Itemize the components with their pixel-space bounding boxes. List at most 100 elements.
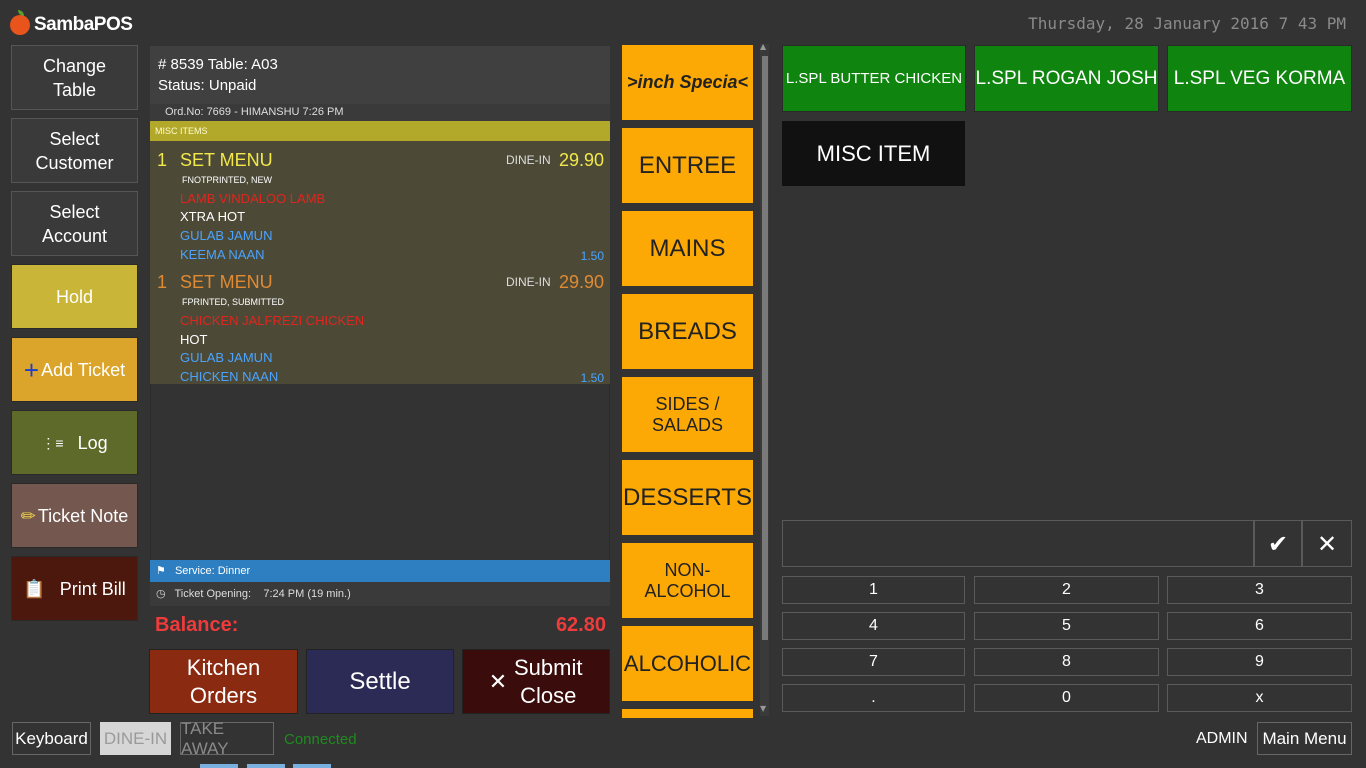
- service-label: Service: Dinner: [174, 565, 251, 577]
- keyboard-button[interactable]: Keyboard: [12, 722, 91, 755]
- ticket-note-button[interactable]: ✏ Ticket Note: [11, 483, 138, 548]
- category-label: BREADS: [638, 317, 737, 345]
- key-label: 8: [1062, 653, 1071, 670]
- item-type: DINE-IN: [506, 275, 551, 289]
- select-customer-label: Select Customer: [35, 128, 114, 173]
- numpad-key[interactable]: 8: [974, 648, 1159, 676]
- category-button[interactable]: SIDES / SALADS: [622, 377, 753, 452]
- change-table-label: Change Table: [42, 55, 107, 100]
- hold-button[interactable]: Hold: [11, 264, 138, 329]
- numpad-key[interactable]: 3: [1167, 576, 1352, 604]
- ticket-note-label: Ticket Note: [37, 505, 129, 526]
- ticket-opening-bar: ◷ Ticket Opening: 7:24 PM (19 min.): [150, 582, 610, 606]
- print-bill-button[interactable]: 📋 Print Bill: [11, 556, 138, 621]
- confirm-button[interactable]: ✔: [1254, 520, 1302, 567]
- app-title: SambaPOS: [34, 14, 133, 35]
- ticket-opening-label: Ticket Opening: 7:24 PM (19 min.): [174, 588, 351, 600]
- order-item[interactable]: 1 SET MENU DINE-IN 29.90 FNOTPRINTED, NE…: [150, 141, 610, 263]
- balance-value: 62.80: [555, 614, 606, 636]
- item-price: 29.90: [558, 150, 604, 170]
- date-time: Thursday, 28 January 2016 7 43 PM: [1028, 14, 1346, 33]
- misc-item-button[interactable]: MISC ITEM: [782, 121, 965, 186]
- key-label: 7: [869, 653, 878, 670]
- category-button[interactable]: NON-ALCOHOL: [622, 543, 753, 618]
- kitchen-orders-button[interactable]: Kitchen Orders: [149, 649, 298, 714]
- category-button[interactable]: ENTREE: [622, 128, 753, 203]
- checkmark-icon: ✔: [1267, 529, 1289, 558]
- ticket-empty-area: [150, 384, 610, 560]
- dine-in-label: DINE-IN: [103, 728, 168, 748]
- take-away-label: TAKE AWAY: [181, 718, 229, 758]
- item-qty: 1: [157, 150, 168, 170]
- pencil-icon: ✏: [20, 505, 36, 526]
- modifier-price: 1.50: [580, 249, 604, 263]
- select-account-label: Select Account: [41, 201, 108, 246]
- scroll-down-icon[interactable]: ▼: [760, 704, 766, 713]
- select-account-button[interactable]: Select Account: [11, 191, 138, 256]
- category-button-partial[interactable]: [622, 709, 753, 718]
- numpad-input[interactable]: [782, 520, 1254, 567]
- menu-item-button[interactable]: L.SPL BUTTER CHICKEN: [782, 45, 966, 112]
- x-icon: ✕: [1316, 529, 1338, 558]
- numpad-key[interactable]: 9: [1167, 648, 1352, 676]
- category-button[interactable]: BREADS: [622, 294, 753, 369]
- key-label: 9: [1255, 653, 1264, 670]
- kitchen-orders-label: Kitchen Orders: [186, 654, 261, 708]
- add-ticket-button[interactable]: + Add Ticket: [11, 337, 138, 402]
- scroll-up-icon[interactable]: ▲: [760, 42, 766, 51]
- taskbar-indicator: [247, 764, 285, 768]
- item-modifier: GULAB JAMUN: [180, 350, 273, 365]
- category-button[interactable]: >inch Specia<: [622, 45, 753, 120]
- category-button[interactable]: DESSERTS: [622, 460, 753, 535]
- select-customer-button[interactable]: Select Customer: [11, 118, 138, 183]
- add-ticket-label: Add Ticket: [41, 359, 126, 380]
- numpad-key[interactable]: 7: [782, 648, 965, 676]
- key-label: x: [1255, 689, 1264, 706]
- item-modifier: CHICKEN JALFREZI CHICKEN: [180, 313, 365, 328]
- numpad-key[interactable]: 4: [782, 612, 965, 640]
- item-price: 29.90: [558, 272, 604, 292]
- service-tag-bar[interactable]: ⚑ Service: Dinner: [150, 560, 610, 582]
- menu-item-button[interactable]: L.SPL ROGAN JOSH: [974, 45, 1159, 112]
- key-label: 5: [1062, 617, 1071, 634]
- clear-button[interactable]: ✕: [1302, 520, 1352, 567]
- order-info: Ord.No: 7669 - HIMANSHU 7:26 PM: [150, 104, 610, 121]
- order-item[interactable]: 1 SET MENU DINE-IN 29.90 FPRINTED, SUBMI…: [150, 263, 610, 385]
- main-menu-label: Main Menu: [1262, 728, 1347, 748]
- category-button[interactable]: MAINS: [622, 211, 753, 286]
- category-label: ENTREE: [638, 151, 737, 179]
- item-states: FPRINTED, SUBMITTED: [182, 297, 285, 307]
- submit-close-button[interactable]: ✕ Submit Close: [462, 649, 610, 714]
- menu-item-button[interactable]: L.SPL VEG KORMA: [1167, 45, 1352, 112]
- key-label: 3: [1255, 581, 1264, 598]
- connection-status: Connected: [284, 731, 357, 748]
- numpad-key[interactable]: 2: [974, 576, 1159, 604]
- log-button[interactable]: ⋮≡ Log: [11, 410, 138, 475]
- numpad-key[interactable]: 0: [974, 684, 1159, 712]
- change-table-button[interactable]: Change Table: [11, 45, 138, 110]
- item-type: DINE-IN: [506, 153, 551, 167]
- dine-in-button[interactable]: DINE-IN: [100, 722, 171, 755]
- clock-icon: ◷: [156, 588, 166, 600]
- item-name: SET MENU: [180, 272, 273, 292]
- numpad-key[interactable]: 6: [1167, 612, 1352, 640]
- settle-button[interactable]: Settle: [306, 649, 454, 714]
- clipboard-icon: 📋: [23, 578, 46, 599]
- modifier-price: 1.50: [580, 371, 604, 385]
- category-label: SIDES / SALADS: [651, 393, 724, 435]
- main-menu-button[interactable]: Main Menu: [1257, 722, 1352, 755]
- numpad-key[interactable]: 1: [782, 576, 965, 604]
- category-button[interactable]: ALCOHOLIC: [622, 626, 753, 701]
- category-label: MAINS: [649, 234, 726, 262]
- scrollbar-thumb[interactable]: [762, 56, 768, 640]
- numpad-key[interactable]: x: [1167, 684, 1352, 712]
- category-label: DESSERTS: [623, 483, 752, 511]
- tag-icon: ⚑: [156, 565, 166, 577]
- take-away-button[interactable]: TAKE AWAY: [180, 719, 274, 758]
- numpad-key[interactable]: .: [782, 684, 965, 712]
- ticket-number: # 8539 Table: A03: [158, 56, 278, 73]
- settle-label: Settle: [349, 667, 411, 695]
- menu-item-label: L.SPL BUTTER CHICKEN: [785, 70, 963, 87]
- numpad-key[interactable]: 5: [974, 612, 1159, 640]
- category-label: NON-ALCOHOL: [644, 559, 731, 601]
